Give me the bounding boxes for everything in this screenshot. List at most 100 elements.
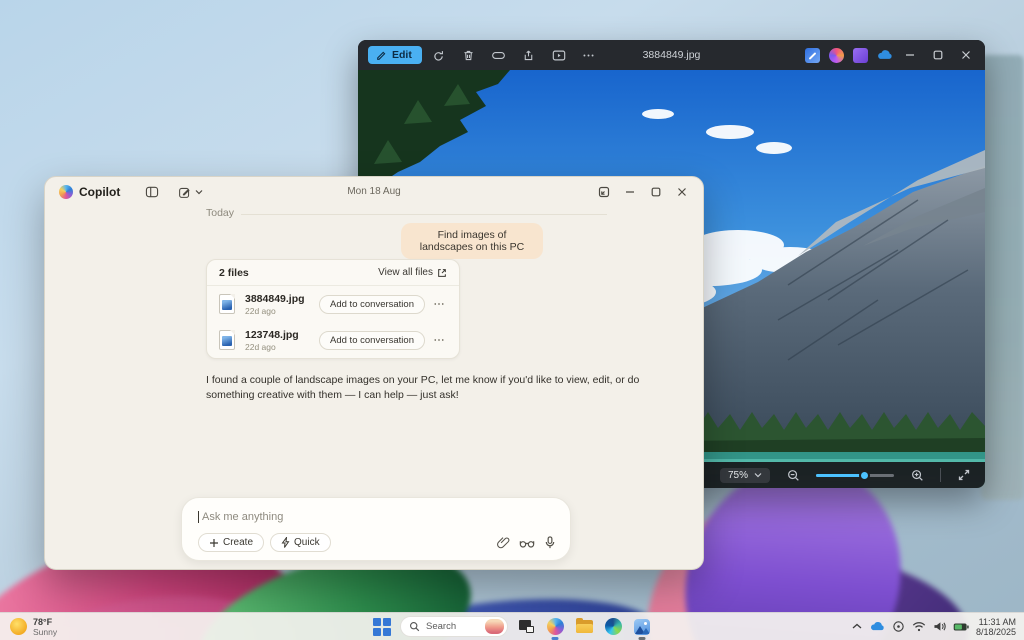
view-all-files-label: View all files [378, 267, 433, 278]
zoom-level-value: 75% [728, 470, 748, 481]
file-age: 22d ago [245, 342, 299, 352]
fullscreen-icon [958, 469, 970, 481]
chevron-down-icon [195, 189, 203, 195]
onedrive-button[interactable] [873, 45, 895, 65]
volume-icon[interactable] [933, 621, 946, 632]
taskbar-photos-button[interactable] [631, 616, 653, 638]
lightroom-button[interactable] [849, 45, 871, 65]
running-indicator [552, 637, 559, 640]
file-row[interactable]: 123748.jpg 22d ago Add to conversation [207, 322, 459, 358]
clipchamp-button[interactable] [825, 45, 847, 65]
security-tray-icon[interactable] [892, 620, 905, 633]
photos-maximize-button[interactable] [925, 46, 951, 64]
task-view-button[interactable] [515, 616, 537, 638]
wallpaper-shade-right [981, 55, 1024, 500]
section-label: Today [206, 207, 234, 219]
copilot-brand-label: Copilot [79, 185, 120, 199]
weather-widget[interactable]: 78°F Sunny [0, 617, 57, 637]
visual-search-button[interactable] [486, 44, 512, 66]
battery-icon[interactable] [953, 622, 969, 632]
fullscreen-button[interactable] [951, 464, 977, 486]
edge-button[interactable] [602, 616, 624, 638]
windows-logo-icon [372, 617, 392, 637]
attach-icon[interactable] [497, 536, 510, 549]
tray-chevron-up-icon[interactable] [852, 623, 862, 630]
pencil-icon [376, 50, 387, 61]
search-highlight-thumbnail [485, 619, 504, 634]
sidebar-icon [145, 186, 159, 198]
task-view-icon [519, 620, 534, 633]
popout-icon [598, 186, 610, 198]
lightroom-icon [853, 48, 868, 63]
start-button[interactable] [371, 616, 393, 638]
wifi-icon[interactable] [912, 621, 926, 632]
close-icon [961, 50, 971, 60]
taskbar-copilot-button[interactable] [544, 616, 566, 638]
slideshow-button[interactable] [546, 44, 572, 66]
files-card: 2 files View all files 3884849.jpg 22d a… [206, 259, 460, 359]
zoom-level-dropdown[interactable]: 75% [720, 468, 770, 483]
composer-placeholder: Ask me anything [202, 511, 283, 523]
image-file-icon [219, 330, 235, 350]
delete-button[interactable] [456, 44, 482, 66]
share-button[interactable] [516, 44, 542, 66]
sidebar-toggle-button[interactable] [140, 182, 164, 202]
copilot-maximize-button[interactable] [643, 183, 669, 201]
zoom-out-button[interactable] [780, 464, 806, 486]
maximize-icon [933, 50, 943, 60]
more-button[interactable] [576, 44, 602, 66]
new-chat-expand-button[interactable] [192, 182, 206, 202]
vision-glasses-icon[interactable] [519, 537, 535, 549]
microphone-icon[interactable] [544, 536, 556, 549]
onedrive-tray-icon[interactable] [869, 621, 885, 632]
edit-label: Edit [392, 49, 412, 61]
file-explorer-button[interactable] [573, 616, 595, 638]
search-placeholder: Search [426, 621, 479, 632]
image-file-icon [219, 294, 235, 314]
copilot-window: Copilot Mon 18 Aug Today [44, 176, 704, 570]
conversation-date: Mon 18 Aug [347, 186, 400, 197]
copilot-brand: Copilot [59, 185, 120, 199]
photos-titlebar: Edit 3884849.jpg [358, 40, 985, 70]
trash-icon [462, 49, 475, 62]
file-more-button[interactable] [429, 298, 449, 310]
taskbar-search[interactable]: Search [400, 616, 508, 637]
quick-button[interactable]: Quick [270, 533, 331, 552]
zoom-slider-thumb[interactable] [859, 470, 870, 481]
view-all-files-link[interactable]: View all files [378, 267, 447, 278]
designer-button[interactable] [801, 45, 823, 65]
rotate-button[interactable] [426, 44, 452, 66]
copilot-close-button[interactable] [669, 183, 695, 201]
composer: Ask me anything Create Quick [181, 497, 571, 561]
clipchamp-icon [829, 48, 844, 63]
copilot-minimize-button[interactable] [617, 183, 643, 201]
running-indicator [639, 637, 646, 640]
edge-icon [605, 618, 622, 635]
designer-icon [805, 48, 820, 63]
tray-date: 8/18/2025 [976, 627, 1016, 637]
add-to-conversation-button[interactable]: Add to conversation [319, 295, 425, 314]
more-icon [433, 334, 445, 346]
photos-minimize-button[interactable] [897, 46, 923, 64]
add-to-conversation-button[interactable]: Add to conversation [319, 331, 425, 350]
weather-condition: Sunny [33, 627, 57, 637]
maximize-icon [651, 187, 661, 197]
zoom-slider[interactable] [816, 474, 894, 477]
tray-clock[interactable]: 11:31 AM 8/18/2025 [976, 617, 1016, 637]
photos-close-button[interactable] [953, 46, 979, 64]
file-row[interactable]: 3884849.jpg 22d ago Add to conversation [207, 286, 459, 322]
conversation-section: Today [45, 205, 703, 225]
edit-button[interactable]: Edit [368, 46, 422, 64]
file-more-button[interactable] [429, 334, 449, 346]
create-button[interactable]: Create [198, 533, 264, 552]
copilot-popout-button[interactable] [591, 183, 617, 201]
file-age: 22d ago [245, 306, 305, 316]
slideshow-icon [552, 49, 566, 62]
tray-time: 11:31 AM [979, 617, 1016, 627]
user-message-bubble: Find images of landscapes on this PC [401, 223, 543, 259]
more-icon [433, 298, 445, 310]
create-label: Create [223, 537, 253, 548]
file-name: 3884849.jpg [245, 293, 305, 305]
composer-input[interactable]: Ask me anything [182, 498, 570, 523]
zoom-in-button[interactable] [904, 464, 930, 486]
